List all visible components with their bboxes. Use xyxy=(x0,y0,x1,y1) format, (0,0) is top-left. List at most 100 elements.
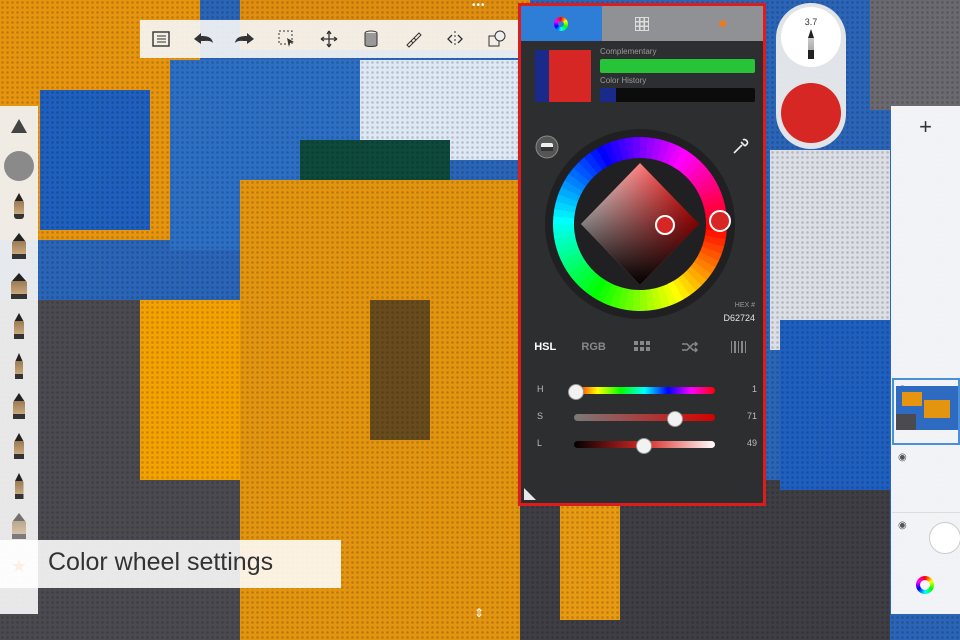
transform-button[interactable] xyxy=(308,20,350,58)
brush-round[interactable] xyxy=(0,386,38,426)
brush-nib-icon xyxy=(808,29,814,59)
eraser-icon xyxy=(12,513,26,539)
color-history-label: Color History xyxy=(600,76,647,85)
color-history-bar[interactable] xyxy=(600,88,755,102)
list-icon xyxy=(152,31,170,47)
caption-text: Color wheel settings xyxy=(48,548,274,576)
hex-label: HEX # xyxy=(734,302,755,309)
layer-thumbnail xyxy=(896,386,958,430)
color-wheel[interactable] xyxy=(544,128,736,320)
lightness-slider-value: 49 xyxy=(746,438,757,448)
eye-icon[interactable]: ◉ xyxy=(898,452,907,463)
hue-slider-value: 1 xyxy=(751,384,757,394)
shuffle-icon xyxy=(682,341,699,353)
tab-color-wheel[interactable] xyxy=(521,6,602,41)
mode-barcode[interactable] xyxy=(715,341,763,361)
color-wheel-toggle-button[interactable] xyxy=(916,576,934,594)
stencil-button[interactable] xyxy=(476,20,518,58)
redo-button[interactable] xyxy=(224,20,266,58)
layer-painting[interactable]: ◉ xyxy=(892,378,960,445)
mode-grid[interactable] xyxy=(618,341,666,361)
round-brush-icon xyxy=(13,393,25,419)
stencil-icon xyxy=(488,30,506,47)
brush-airbrush[interactable] xyxy=(0,426,38,466)
undo-button[interactable] xyxy=(182,20,224,58)
lightness-slider-knob[interactable] xyxy=(636,438,653,454)
grid-icon xyxy=(634,341,651,351)
previous-color-swatch xyxy=(535,50,549,102)
undo-icon xyxy=(194,33,213,44)
tab-favorites[interactable]: ★ xyxy=(682,6,763,41)
chevron-up-down-icon[interactable]: ⇕ xyxy=(474,606,488,620)
complementary-label: Complementary xyxy=(600,47,657,56)
favorites-star-icon: ★ xyxy=(716,15,729,31)
saturation-slider-label: S xyxy=(537,411,544,421)
complementary-color-bar[interactable] xyxy=(600,59,755,73)
smudge-icon xyxy=(14,473,24,499)
brush-gray-preview[interactable] xyxy=(0,146,38,186)
color-panel-tabs: ★ xyxy=(521,6,763,41)
brush-marker[interactable] xyxy=(0,226,38,266)
eye-icon[interactable]: ◉ xyxy=(898,520,907,531)
hue-slider-knob[interactable] xyxy=(568,384,585,400)
current-color-swatch[interactable] xyxy=(535,50,591,102)
brush-cone-icon xyxy=(11,119,27,133)
barcode-icon xyxy=(730,341,746,353)
history-color-chip xyxy=(600,88,616,102)
selection-button[interactable] xyxy=(266,20,308,58)
tab-swatches[interactable] xyxy=(602,6,683,41)
background-color-circle[interactable] xyxy=(929,522,960,554)
symmetry-button[interactable] xyxy=(434,20,476,58)
hue-slider-track[interactable] xyxy=(568,384,715,400)
ruler-icon xyxy=(406,32,422,48)
color-wheel-icon xyxy=(554,16,569,31)
paintbrush-icon xyxy=(14,313,24,339)
current-color-button[interactable] xyxy=(781,83,841,143)
pencil-icon xyxy=(14,193,24,219)
hex-value[interactable]: D62724 xyxy=(705,313,755,323)
brush-fine[interactable] xyxy=(0,346,38,386)
layers-list-button[interactable] xyxy=(140,20,182,58)
layer-empty[interactable]: ◉ xyxy=(892,446,960,513)
active-color-swatch xyxy=(549,50,591,102)
brush-smudge[interactable] xyxy=(0,466,38,506)
lightness-slider-track[interactable] xyxy=(574,438,715,454)
marker-icon xyxy=(12,233,26,259)
lightness-slider-row: L 49 xyxy=(537,438,757,454)
hue-slider-row: H 1 xyxy=(537,384,757,400)
hue-picker-knob[interactable] xyxy=(709,210,731,232)
add-layer-button[interactable]: + xyxy=(891,114,960,140)
color-mode-row: HSL RGB xyxy=(521,341,763,361)
layer-background[interactable]: ◉ xyxy=(892,514,960,580)
ruler-button[interactable] xyxy=(392,20,434,58)
brush-puck: 3.7 xyxy=(776,3,846,149)
caption-overlay: Color wheel settings xyxy=(0,540,341,588)
layers-panel: + ◉ ◉ ◉ xyxy=(891,106,960,614)
mode-hsl[interactable]: HSL xyxy=(521,341,569,361)
fill-button[interactable] xyxy=(350,20,392,58)
panel-resize-corner[interactable] xyxy=(524,488,536,500)
lightness-slider-label: L xyxy=(537,438,543,448)
fill-icon xyxy=(364,30,378,47)
brush-pencil[interactable] xyxy=(0,186,38,226)
mode-random[interactable] xyxy=(666,341,714,361)
sl-picker-knob[interactable] xyxy=(655,215,675,235)
top-toolbar xyxy=(140,20,520,58)
brush-size-button[interactable]: 3.7 xyxy=(781,7,841,67)
saturation-slider-track[interactable] xyxy=(574,411,715,427)
brush-ink-pen[interactable] xyxy=(0,266,38,306)
symmetry-icon xyxy=(447,31,463,47)
color-panel: ★ Complementary Color History HEX # D627… xyxy=(518,3,766,506)
swatch-grid-icon xyxy=(635,16,649,31)
toolbar-handle[interactable]: ••• xyxy=(472,1,488,11)
mode-rgb[interactable]: RGB xyxy=(569,341,617,361)
brush-palette: ★ xyxy=(0,106,38,614)
brush-properties-button[interactable] xyxy=(0,106,38,146)
airbrush-icon xyxy=(14,433,24,459)
fine-brush-icon xyxy=(15,353,23,379)
brush-paintbrush[interactable] xyxy=(0,306,38,346)
ink-pen-icon xyxy=(11,273,27,299)
select-icon xyxy=(278,30,294,47)
saturation-slider-knob[interactable] xyxy=(667,411,684,427)
saturation-slider-row: S 71 xyxy=(537,411,757,427)
